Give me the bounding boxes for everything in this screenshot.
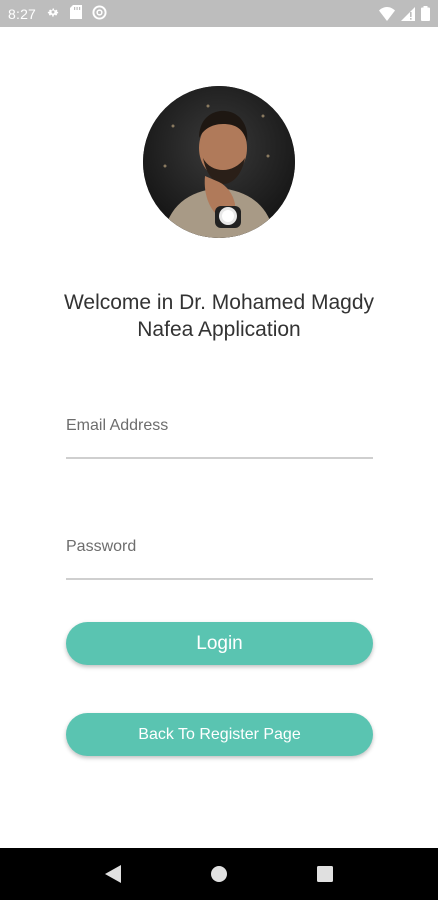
gear-icon — [46, 5, 60, 22]
login-button[interactable]: Login — [66, 622, 373, 665]
password-input[interactable] — [66, 530, 373, 578]
welcome-text: Welcome in Dr. Mohamed Magdy Nafea Appli… — [63, 291, 375, 341]
no-disturb-icon — [92, 4, 107, 23]
status-right — [379, 6, 430, 21]
status-time: 8:27 — [8, 5, 37, 22]
home-icon[interactable] — [199, 854, 239, 894]
avatar — [143, 86, 295, 238]
signal-icon — [401, 6, 415, 21]
sd-card-icon — [70, 5, 83, 22]
battery-icon — [421, 6, 430, 21]
status-bar: 8:27 — [0, 0, 438, 27]
back-to-register-button[interactable]: Back To Register Page — [66, 713, 373, 756]
email-field[interactable] — [66, 409, 373, 459]
email-input[interactable] — [66, 409, 373, 457]
back-icon[interactable] — [93, 854, 133, 894]
recents-icon[interactable] — [305, 854, 345, 894]
navigation-bar — [0, 848, 438, 900]
profile-photo-icon — [143, 86, 295, 238]
wifi-icon — [379, 6, 395, 21]
status-left: 8:27 — [8, 4, 107, 23]
password-field[interactable] — [66, 530, 373, 580]
